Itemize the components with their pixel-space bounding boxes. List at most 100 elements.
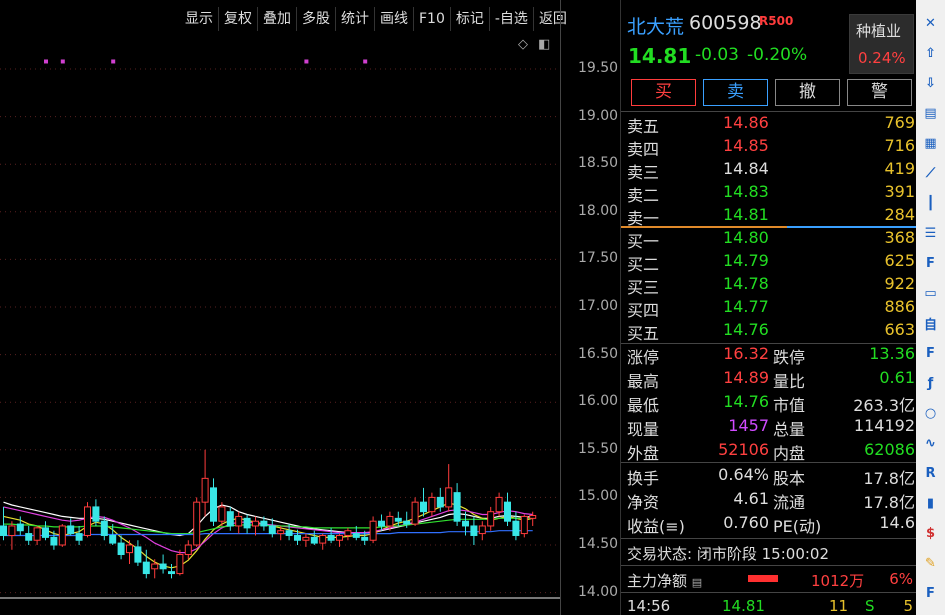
fx-icon[interactable]: ƒ [920,373,941,394]
toolbar-item-5[interactable]: 画线 [374,7,413,31]
book-divider [621,226,917,228]
candle-body [344,530,352,536]
stat-key: 最高 [627,372,660,391]
sell-button[interactable]: 卖 [703,79,768,106]
stat-value: 14.6 [879,513,915,532]
self-icon[interactable]: 自 [920,313,941,334]
candle-body [411,501,419,525]
candle-body [243,517,251,529]
alert-button[interactable]: 警 [847,79,912,106]
candle-body [75,533,83,541]
toolbar-item-3[interactable]: 多股 [296,7,335,31]
kline-chart[interactable] [0,30,560,610]
level-volume: 419 [884,159,915,178]
candle-body [67,525,75,535]
signal-marker [304,59,309,64]
order-book-row[interactable]: 卖一 14.81 284 [621,205,917,228]
candle-body [361,536,369,541]
toolbar-item-2[interactable]: 叠加 [257,7,296,31]
kline-svg[interactable] [0,30,560,615]
order-book-row[interactable]: 买一 14.80 368 [621,228,917,251]
stat-item: 内盘 62086 [773,440,915,463]
doc-icon[interactable]: ▭ [920,283,941,304]
price-axis: 19.50 19.00 18.50 18.00 17.50 17.00 16.50 16.00… [560,0,621,615]
toolbar-item-0[interactable]: 显示 [180,7,218,31]
buy-button[interactable]: 买 [631,79,696,106]
circle-icon[interactable]: ○ [920,403,941,424]
dollar-icon[interactable]: $ [920,523,941,544]
candle-body [226,511,234,527]
stat-key: 涨停 [627,348,660,367]
level-label: 买二 [627,255,660,274]
stat-key: 量比 [773,372,806,391]
level-price: 14.83 [723,182,769,201]
price-tick: 17.50 [578,250,619,267]
candle-body [310,536,318,544]
order-book-row[interactable]: 卖五 14.86 769 [621,113,917,136]
close-icon[interactable]: ✕ [920,13,941,34]
order-book-row[interactable]: 卖四 14.85 716 [621,136,917,159]
candle-body [352,533,360,538]
rsi-icon[interactable]: R [920,463,941,484]
toolbar-item-6[interactable]: F10 [413,7,450,31]
order-book-row[interactable]: 买二 14.79 625 [621,251,917,274]
candle-body [495,496,503,513]
diamond-icon[interactable]: ◇ [518,37,528,52]
divider [621,565,917,566]
candle-icon[interactable]: ┃ [920,193,941,214]
toolbar-item-8[interactable]: -自选 [488,7,533,31]
arrow-up-icon[interactable]: ⇧ [920,43,941,64]
stat-item: 外盘 52106 [627,440,769,463]
f10-icon[interactable]: F [920,253,941,274]
order-book-row[interactable]: 买四 14.77 886 [621,297,917,320]
order-book-row[interactable]: 买五 14.76 663 [621,320,917,343]
f12-icon[interactable]: F [920,343,941,364]
panel-toggle-icon[interactable]: ◧ [538,37,550,52]
arrow-down-icon[interactable]: ⇩ [920,73,941,94]
level-label: 卖二 [627,186,660,205]
candle-body [84,506,91,536]
toolbar-item-4[interactable]: 统计 [335,7,374,31]
price-tick: 17.00 [578,298,619,314]
list-icon[interactable]: ☰ [920,223,941,244]
price-tick: 16.50 [578,345,619,362]
cancel-button[interactable]: 撤 [775,79,840,106]
candle-body [201,477,209,503]
price-tick: 14.00 [578,583,619,600]
level-volume: 625 [884,251,915,270]
stock-name[interactable]: 北大荒 [627,12,684,39]
stat-value: 13.36 [869,344,915,363]
stat-value: 17.8亿 [863,469,915,488]
toolbar-item-7[interactable]: 标记 [449,7,489,31]
stat-value: 16.32 [723,344,769,363]
level-volume: 769 [884,113,915,132]
fund-flow-icon[interactable]: ▤ [920,103,941,124]
grid-icon[interactable]: ▦ [920,133,941,154]
pencil-icon[interactable]: ✎ [920,553,941,574]
line-chart-icon[interactable]: ⟋ [920,163,941,184]
candle-body [428,496,436,513]
sector-pct: 0.24% [858,49,906,67]
level-volume: 368 [884,228,915,247]
chart-toolbar: 显示 复权 叠加 多股 统计 画线 F10 标记 -自选 返回 [180,7,572,31]
f5-icon[interactable]: F [920,583,941,604]
stat-value: 0.64% [718,465,769,484]
main-flow[interactable]: 主力净额 ▤ 1012万 6% [627,570,917,591]
status-state: 闭市阶段 [696,545,757,563]
order-book-row[interactable]: 买三 14.78 922 [621,274,917,297]
bar-icon[interactable]: ▮ [920,493,941,514]
wave-icon[interactable]: ∿ [920,433,941,454]
level-volume: 922 [884,274,915,293]
level-price: 14.77 [723,297,769,316]
price-tick: 15.50 [578,440,619,457]
candle-body [436,496,444,508]
price-change: -0.03 [695,45,739,65]
menu-icon[interactable]: ▤ [692,576,702,589]
sector-box[interactable]: 种植业 0.24% [849,14,914,74]
candle-body [277,530,285,535]
candle-body [218,506,226,522]
order-book-row[interactable]: 卖二 14.83 391 [621,182,917,205]
candle-body [235,515,243,527]
toolbar-item-1[interactable]: 复权 [218,7,257,31]
order-book-row[interactable]: 卖三 14.84 419 [621,159,917,182]
